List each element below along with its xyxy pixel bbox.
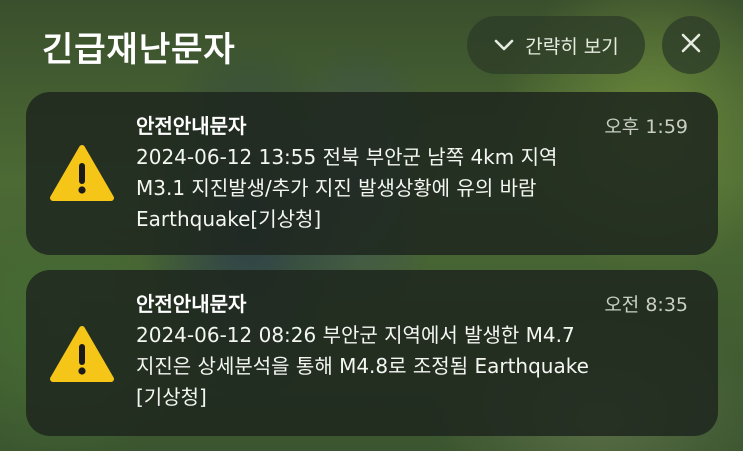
alert-title: 안전안내문자 xyxy=(136,292,247,316)
close-button[interactable] xyxy=(662,16,720,74)
close-icon xyxy=(679,31,703,59)
page-title: 긴급재난문자 xyxy=(42,30,236,70)
chevron-down-icon xyxy=(493,38,515,52)
alert-time: 오전 8:35 xyxy=(604,294,688,316)
warning-icon xyxy=(50,325,114,383)
alert-title: 안전안내문자 xyxy=(136,114,247,138)
alert-message: 2024-06-12 08:26 부안군 지역에서 발생한 M4.7 지진은 상… xyxy=(136,323,589,409)
alert-card[interactable]: 안전안내문자 오전 8:35 2024-06-12 08:26 부안군 지역에서… xyxy=(26,270,718,436)
alert-card[interactable]: 안전안내문자 오후 1:59 2024-06-12 13:55 전북 부안군 남… xyxy=(26,92,718,255)
collapse-button-label: 간략히 보기 xyxy=(525,35,619,58)
alert-message: 2024-06-12 13:55 전북 부안군 남쪽 4km 지역 M3.1 지… xyxy=(136,145,558,231)
warning-icon xyxy=(50,144,114,202)
collapse-button[interactable]: 간략히 보기 xyxy=(467,16,645,74)
alert-time: 오후 1:59 xyxy=(604,116,688,138)
